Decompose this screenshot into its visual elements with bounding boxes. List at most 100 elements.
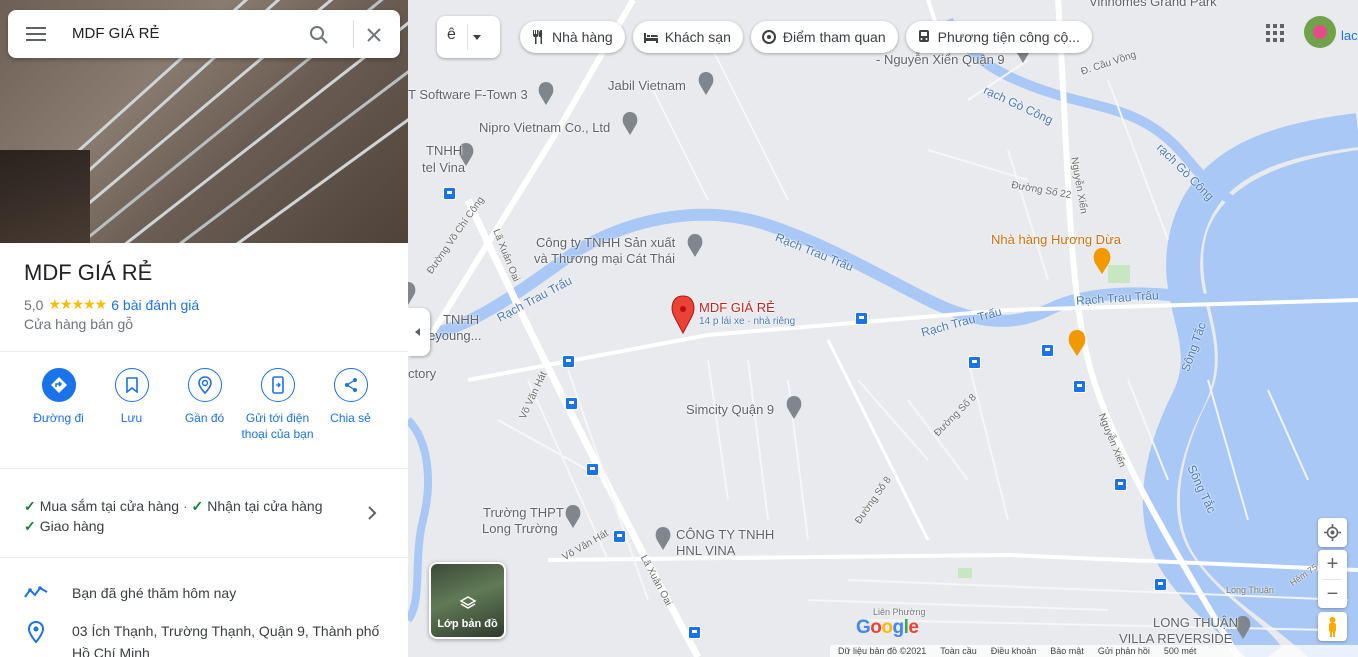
map-footer: Dữ liệu bản đồ ©2021 Toàn cầu Điều khoản… bbox=[830, 645, 1358, 657]
share-icon bbox=[344, 378, 357, 392]
share-label: Chia sẻ bbox=[330, 411, 371, 425]
bus-stop-icon[interactable] bbox=[688, 626, 701, 639]
bus-stop-icon[interactable] bbox=[1154, 578, 1167, 591]
chip-restaurants[interactable]: Nhà hàng bbox=[520, 21, 625, 53]
divider bbox=[0, 351, 408, 352]
attraction-icon bbox=[761, 30, 776, 44]
directions-button[interactable]: Đường đi bbox=[22, 368, 95, 442]
save-circle bbox=[114, 368, 149, 402]
directions-circle bbox=[41, 368, 76, 402]
input-tools-glyph: ê bbox=[447, 26, 456, 43]
share-button[interactable]: Chia sẻ bbox=[314, 368, 387, 442]
service-options-line-1: ✓ Mua sắm tại cửa hàng · ✓ Nhận tại cửa hà… bbox=[24, 496, 354, 516]
chevron-right-icon[interactable] bbox=[364, 505, 380, 521]
menu-icon[interactable] bbox=[26, 27, 46, 41]
separator-dot: · bbox=[182, 498, 188, 514]
nearby-icon bbox=[197, 376, 212, 394]
nearby-button[interactable]: Gần đó bbox=[168, 368, 241, 442]
footer-feedback-link[interactable]: Gửi phản hồi bbox=[1098, 646, 1150, 656]
input-tools-button[interactable]: ê bbox=[437, 16, 500, 58]
street-view-pegman[interactable] bbox=[1318, 612, 1347, 641]
chip-label: Phương tiện công cộ... bbox=[937, 29, 1080, 45]
map-label-tnhh-vina-1: TNHH bbox=[426, 143, 463, 158]
selected-place-sublabel: 14 p lái xe · nhà riêng bbox=[699, 316, 796, 327]
map-label-truong-2: Long Trường bbox=[482, 521, 558, 536]
bus-stop-icon[interactable] bbox=[1041, 344, 1054, 357]
check-icon: ✓ bbox=[24, 498, 36, 514]
map-canvas[interactable]: Vinhomes Grand Park - Nguyễn Xiển Quận 9… bbox=[408, 0, 1358, 657]
service-options[interactable]: ✓ Mua sắm tại cửa hàng · ✓ Nhận tại cửa hà… bbox=[24, 496, 354, 536]
my-location-icon bbox=[1324, 524, 1341, 541]
bookmark-icon bbox=[125, 377, 138, 393]
zoom-in-button[interactable]: + bbox=[1318, 550, 1347, 579]
directions-icon bbox=[50, 377, 67, 393]
place-category[interactable]: Cửa hàng bán gỗ bbox=[24, 316, 133, 332]
address-text: 03 Ích Thạnh, Trường Thạnh, Quận 9, Thàn… bbox=[72, 623, 380, 657]
map-label-tnhh-2b: eyoung... bbox=[428, 328, 482, 343]
zoom-out-button[interactable]: − bbox=[1318, 580, 1347, 609]
check-icon: ✓ bbox=[191, 498, 204, 514]
map-label-cat-thai-2: và Thương mại Cát Thái bbox=[534, 251, 676, 266]
map-layers-button[interactable]: Lớp bản đồ bbox=[429, 562, 506, 639]
google-logo: Google bbox=[856, 617, 919, 638]
divider bbox=[0, 468, 408, 469]
bus-stop-icon[interactable] bbox=[613, 530, 626, 543]
account-name-text[interactable]: lac bbox=[1341, 28, 1358, 43]
service-in-store-pickup: Nhận tại cửa hàng bbox=[207, 498, 323, 514]
search-icon[interactable] bbox=[308, 24, 330, 46]
directions-label: Đường đi bbox=[33, 411, 84, 425]
map-label-tnhh-vina-2: tel Vina bbox=[422, 160, 466, 175]
footer-terms-link[interactable]: Điều khoản bbox=[991, 646, 1037, 656]
chip-label: Khách sạn bbox=[664, 29, 731, 45]
send-to-phone-button[interactable]: Gửi tới điện thoại của bạn bbox=[241, 368, 314, 442]
bus-stop-icon[interactable] bbox=[586, 463, 599, 476]
map-label-truong-1: Trường THPT bbox=[483, 505, 564, 520]
search-box[interactable]: MDF GIÁ RẺ bbox=[8, 10, 400, 58]
chip-attractions[interactable]: Điểm tham quan bbox=[750, 21, 898, 53]
chip-transit[interactable]: Phương tiện công cộ... bbox=[905, 21, 1092, 53]
restaurant-icon bbox=[533, 30, 542, 44]
footer-global-link[interactable]: Toàn cầu bbox=[940, 646, 977, 656]
nearby-circle bbox=[187, 368, 222, 402]
scale-label[interactable]: 500 mét bbox=[1164, 646, 1197, 656]
divider bbox=[0, 557, 408, 558]
zoom-controls: + − bbox=[1318, 550, 1347, 608]
bus-stop-icon[interactable] bbox=[855, 312, 868, 325]
bus-stop-icon[interactable] bbox=[1073, 380, 1086, 393]
place-title: MDF GIÁ RẺ bbox=[24, 260, 153, 285]
map-label-nipro: Nipro Vietnam Co., Ltd bbox=[479, 120, 611, 135]
divider bbox=[467, 24, 468, 50]
rating-row: 5,0 ★★★★★ 6 bài đánh giá bbox=[24, 296, 199, 313]
map-label-vinhomes: Vinhomes Grand Park bbox=[1089, 0, 1217, 9]
chip-hotels[interactable]: Khách sạn bbox=[632, 21, 743, 53]
bus-stop-icon[interactable] bbox=[443, 187, 456, 200]
map-label-long-thuan-2: VILLA REVERSIDE bbox=[1119, 631, 1233, 646]
selected-place-label[interactable]: MDF GIÁ RẺ bbox=[699, 300, 775, 315]
collapse-panel-button[interactable] bbox=[408, 308, 430, 356]
close-icon[interactable] bbox=[363, 24, 385, 46]
place-panel: MDF GIÁ RẺ MDF GIÁ RẺ 5,0 ★★★★★ 6 bài đá… bbox=[0, 0, 408, 657]
map-label-long-thuan-1: LONG THUẬN bbox=[1153, 615, 1238, 630]
bus-stop-icon[interactable] bbox=[562, 355, 575, 368]
save-button[interactable]: Lưu bbox=[95, 368, 168, 442]
apps-grid-icon[interactable] bbox=[1266, 24, 1284, 42]
rating-stars: ★★★★★ bbox=[48, 296, 107, 312]
account-avatar[interactable] bbox=[1304, 16, 1336, 48]
my-location-button[interactable] bbox=[1318, 518, 1347, 547]
chevron-down-icon[interactable] bbox=[473, 35, 481, 40]
chip-label: Điểm tham quan bbox=[782, 29, 886, 45]
visited-text: Bạn đã ghé thăm hôm nay bbox=[72, 585, 237, 601]
map-label-lien-phuong: Liên Phường bbox=[873, 607, 926, 617]
chip-label: Nhà hàng bbox=[552, 29, 613, 45]
bus-stop-icon[interactable] bbox=[565, 397, 578, 410]
map-label-ctory: ctory bbox=[408, 366, 437, 381]
service-delivery: Giao hàng bbox=[39, 518, 105, 534]
map-layers-label: Lớp bản đồ bbox=[437, 618, 498, 630]
reviews-link[interactable]: 6 bài đánh giá bbox=[111, 297, 199, 313]
send-to-phone-label: Gửi tới điện thoại của bạn bbox=[241, 411, 314, 441]
map-label-long-thuan-road: Long Thuận bbox=[1226, 585, 1274, 595]
footer-privacy-link[interactable]: Bảo mật bbox=[1050, 646, 1084, 656]
bus-stop-icon[interactable] bbox=[968, 356, 981, 369]
search-input[interactable]: MDF GIÁ RẺ bbox=[72, 25, 160, 42]
bus-stop-icon[interactable] bbox=[1114, 478, 1127, 491]
